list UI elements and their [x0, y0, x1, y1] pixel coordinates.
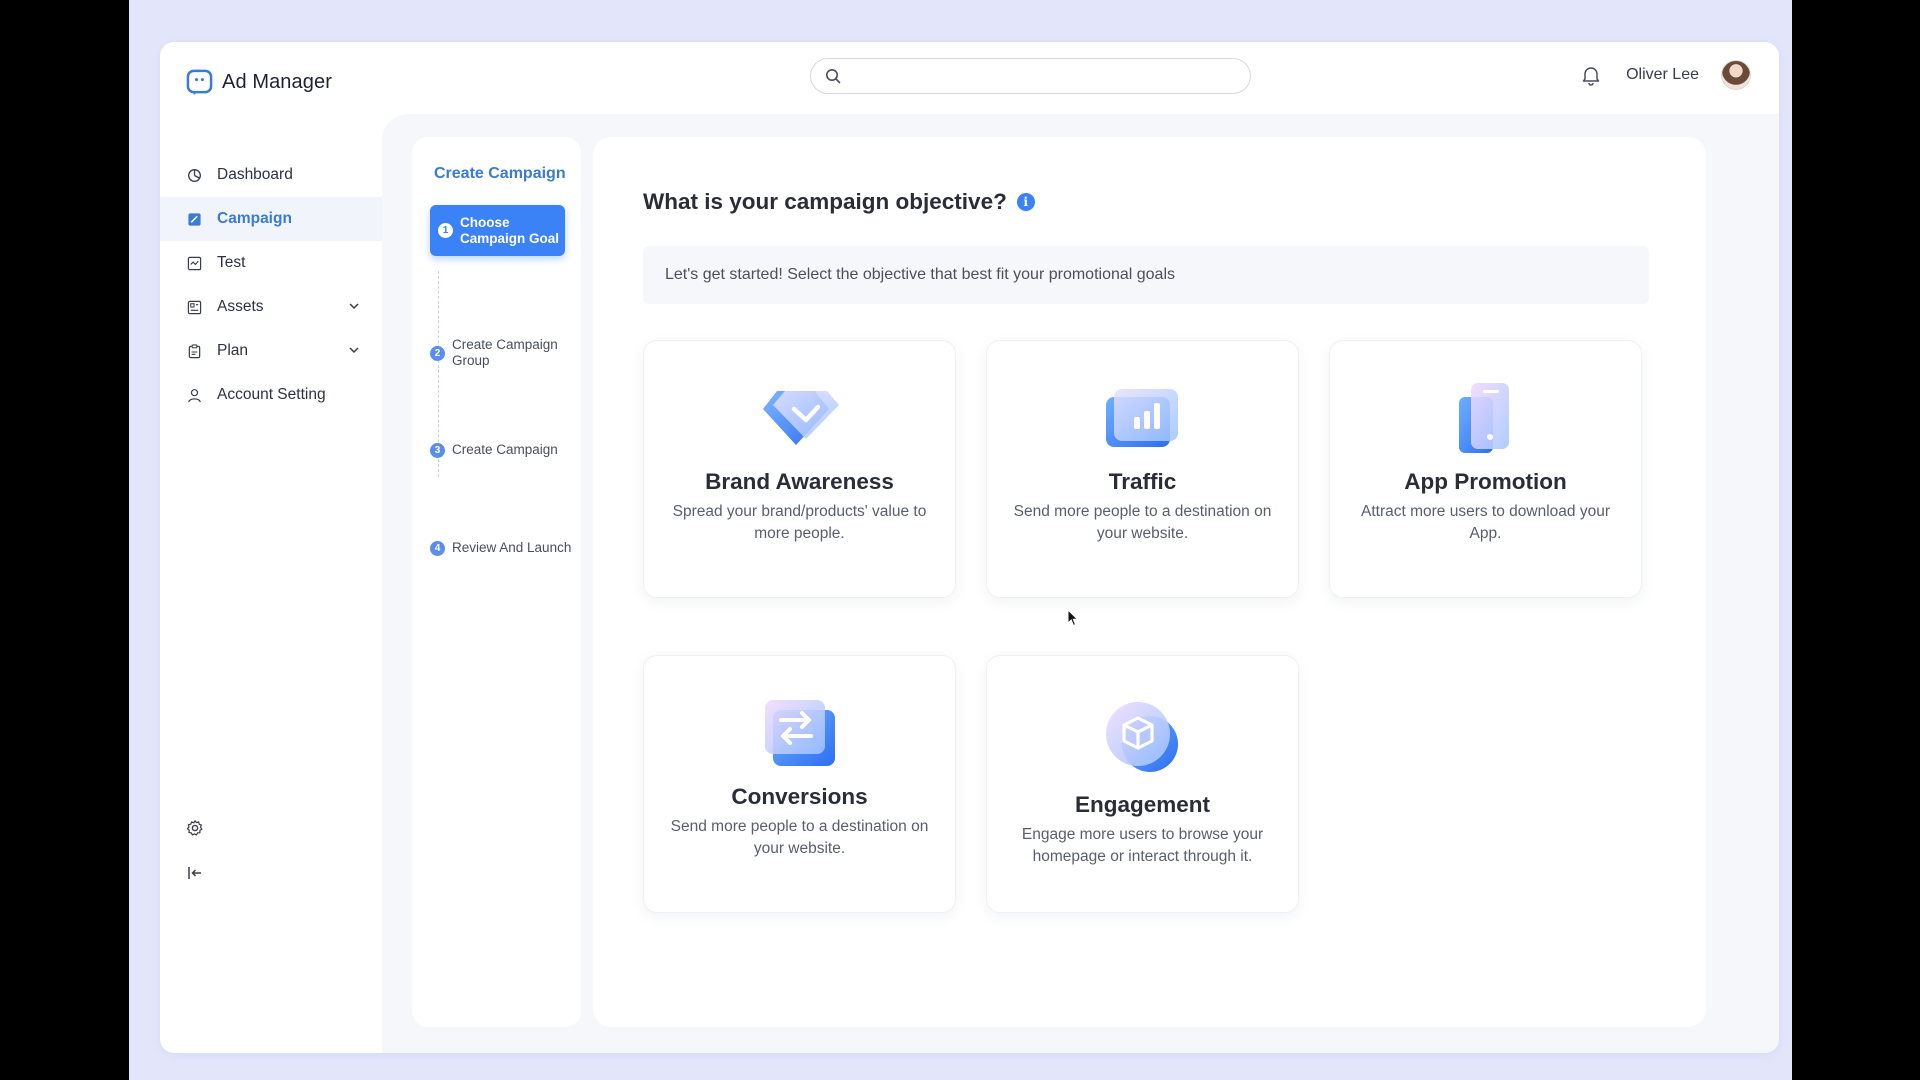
logo-icon [186, 69, 213, 96]
sidebar: Dashboard Campaign Test Assets Plan Acco… [160, 138, 382, 1053]
plan-icon [186, 343, 202, 359]
sidebar-item-label: Account Setting [217, 386, 326, 403]
objective-card-brand-awareness[interactable]: Brand Awareness Spread your brand/produc… [643, 340, 956, 598]
app-title: Ad Manager [222, 71, 332, 93]
sidebar-item-label: Campaign [217, 210, 292, 227]
test-icon [186, 255, 202, 271]
app-window: Ad Manager Oliver Lee Dashboard Campaign… [160, 42, 1779, 1053]
desktop-background: Ad Manager Oliver Lee Dashboard Campaign… [129, 0, 1792, 1080]
step-label: Create Campaign [452, 442, 558, 457]
step-number: 3 [430, 442, 445, 458]
card-title: Brand Awareness [705, 469, 894, 494]
step-review-and-launch[interactable]: 4 Review And Launch [430, 540, 571, 556]
card-description: Engage more users to browse your homepag… [1021, 826, 1264, 865]
user-name[interactable]: Oliver Lee [1626, 66, 1699, 84]
objective-card-app-promotion[interactable]: App Promotion Attract more users to down… [1329, 340, 1642, 598]
objective-card-conversions[interactable]: Conversions Send more people to a destin… [643, 655, 956, 913]
phone-icon [1458, 383, 1509, 453]
gear-icon[interactable] [186, 819, 204, 837]
step-number: 1 [438, 223, 453, 238]
sidebar-item-test[interactable]: Test [160, 241, 382, 285]
collapse-sidebar-icon[interactable] [186, 864, 204, 882]
sidebar-item-label: Plan [217, 342, 249, 359]
dashboard-icon [186, 167, 202, 183]
swap-arrows-icon [764, 700, 835, 766]
info-icon[interactable]: i [1016, 193, 1035, 211]
card-title: App Promotion [1404, 469, 1567, 494]
step-choose-campaign-goal[interactable]: 1 Choose Campaign Goal [430, 205, 565, 256]
step-number: 4 [430, 540, 445, 556]
bell-icon[interactable] [1580, 64, 1602, 86]
search-input[interactable] [849, 61, 1250, 91]
assets-icon [186, 299, 202, 315]
diamond-icon [762, 391, 839, 445]
sidebar-item-plan[interactable]: Plan [160, 329, 382, 373]
bar-chart-icon [1105, 389, 1178, 447]
app-logo[interactable]: Ad Manager [186, 69, 332, 96]
step-label: Create Campaign Group [452, 337, 558, 368]
step-create-campaign-group[interactable]: 2 Create Campaign Group [430, 337, 570, 369]
objective-card-engagement[interactable]: Engagement Engage more users to browse y… [986, 655, 1299, 913]
card-description: Attract more users to download your App. [1361, 503, 1610, 542]
sidebar-item-assets[interactable]: Assets [160, 285, 382, 329]
chevron-down-icon[interactable] [348, 300, 360, 312]
objective-card-traffic[interactable]: Traffic Send more people to a destinatio… [986, 340, 1299, 598]
objective-panel: What is your campaign objective? i Let's… [593, 137, 1706, 1027]
step-number: 2 [430, 345, 445, 361]
mouse-cursor [1067, 609, 1079, 627]
card-description: Spread your brand/products' value to mor… [672, 503, 927, 542]
step-create-campaign[interactable]: 3 Create Campaign [430, 442, 558, 458]
cube-icon [1105, 702, 1178, 772]
steps-title: Create Campaign [434, 165, 566, 182]
step-label: Review And Launch [452, 540, 572, 555]
card-description: Send more people to a destination on you… [670, 818, 929, 857]
subtitle-text: Let's get started! Select the objective … [665, 266, 1176, 283]
user-icon [186, 387, 202, 403]
avatar[interactable] [1721, 60, 1751, 90]
sidebar-item-dashboard[interactable]: Dashboard [160, 153, 382, 197]
page-heading: What is your campaign objective? [643, 189, 1007, 214]
card-title: Engagement [1074, 792, 1211, 817]
search-bar[interactable] [810, 58, 1251, 94]
campaign-icon [186, 211, 202, 227]
card-title: Conversions [731, 784, 868, 809]
steps-panel: Create Campaign 1 Choose Campaign Goal 2… [412, 137, 581, 1027]
card-description: Send more people to a destination on you… [1013, 503, 1272, 542]
sidebar-item-account-setting[interactable]: Account Setting [160, 373, 382, 417]
sidebar-item-label: Dashboard [217, 166, 293, 183]
chevron-down-icon[interactable] [348, 344, 360, 356]
sidebar-item-label: Assets [217, 298, 264, 315]
search-icon [826, 69, 841, 84]
card-title: Traffic [1108, 469, 1177, 494]
sidebar-item-campaign[interactable]: Campaign [160, 197, 382, 241]
user-area: Oliver Lee [1580, 60, 1751, 90]
step-label: Choose Campaign Goal [460, 214, 560, 246]
sidebar-item-label: Test [217, 254, 246, 271]
page-title: What is your campaign objective? i [643, 189, 1035, 215]
subtitle-banner: Let's get started! Select the objective … [643, 246, 1649, 304]
